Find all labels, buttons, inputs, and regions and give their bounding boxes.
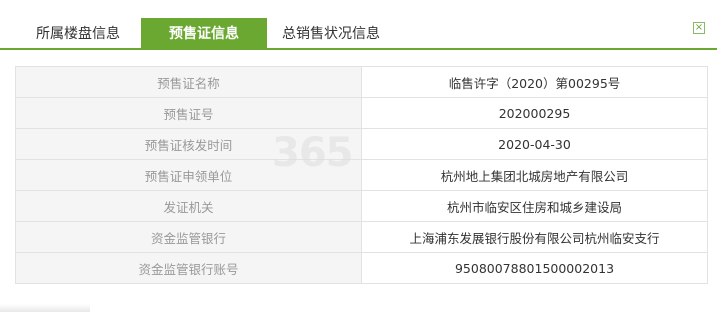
table-row: 预售证号 202000295 [15, 97, 708, 129]
row-label: 预售证名称 [15, 66, 362, 98]
row-label: 发证机关 [15, 190, 362, 222]
close-icon[interactable]: × [693, 22, 705, 34]
row-value: 2020-04-30 [361, 128, 708, 160]
tab-presale-permit-info[interactable]: 预售证信息 [141, 18, 267, 50]
row-label: 预售证号 [15, 97, 362, 129]
tab-bar: 所属楼盘信息 预售证信息 总销售状况信息 [0, 0, 717, 50]
row-label: 资金监管银行 [15, 221, 362, 253]
table-row: 资金监管银行账号 95080078801500002013 [15, 252, 708, 284]
presale-permit-table: 预售证名称 临售许字（2020）第00295号 预售证号 202000295 预… [15, 66, 708, 284]
table-row: 发证机关 杭州市临安区住房和城乡建设局 [15, 190, 708, 222]
table-row: 预售证核发时间 2020-04-30 [15, 128, 708, 160]
table-row: 预售证申领单位 杭州地上集团北城房地产有限公司 [15, 159, 708, 191]
row-label: 预售证申领单位 [15, 159, 362, 191]
row-label: 资金监管银行账号 [15, 252, 362, 284]
table-row: 资金监管银行 上海浦东发展银行股份有限公司杭州临安支行 [15, 221, 708, 253]
table-row: 预售证名称 临售许字（2020）第00295号 [15, 66, 708, 98]
row-value: 杭州市临安区住房和城乡建设局 [361, 190, 708, 222]
bottom-divider [0, 304, 90, 312]
tab-project-info[interactable]: 所属楼盘信息 [32, 18, 124, 50]
row-value: 上海浦东发展银行股份有限公司杭州临安支行 [361, 221, 708, 253]
row-value: 杭州地上集团北城房地产有限公司 [361, 159, 708, 191]
row-value: 临售许字（2020）第00295号 [361, 66, 708, 98]
row-label: 预售证核发时间 [15, 128, 362, 160]
tab-sales-status-info[interactable]: 总销售状况信息 [278, 18, 384, 50]
row-value: 202000295 [361, 97, 708, 129]
row-value: 95080078801500002013 [361, 252, 708, 284]
